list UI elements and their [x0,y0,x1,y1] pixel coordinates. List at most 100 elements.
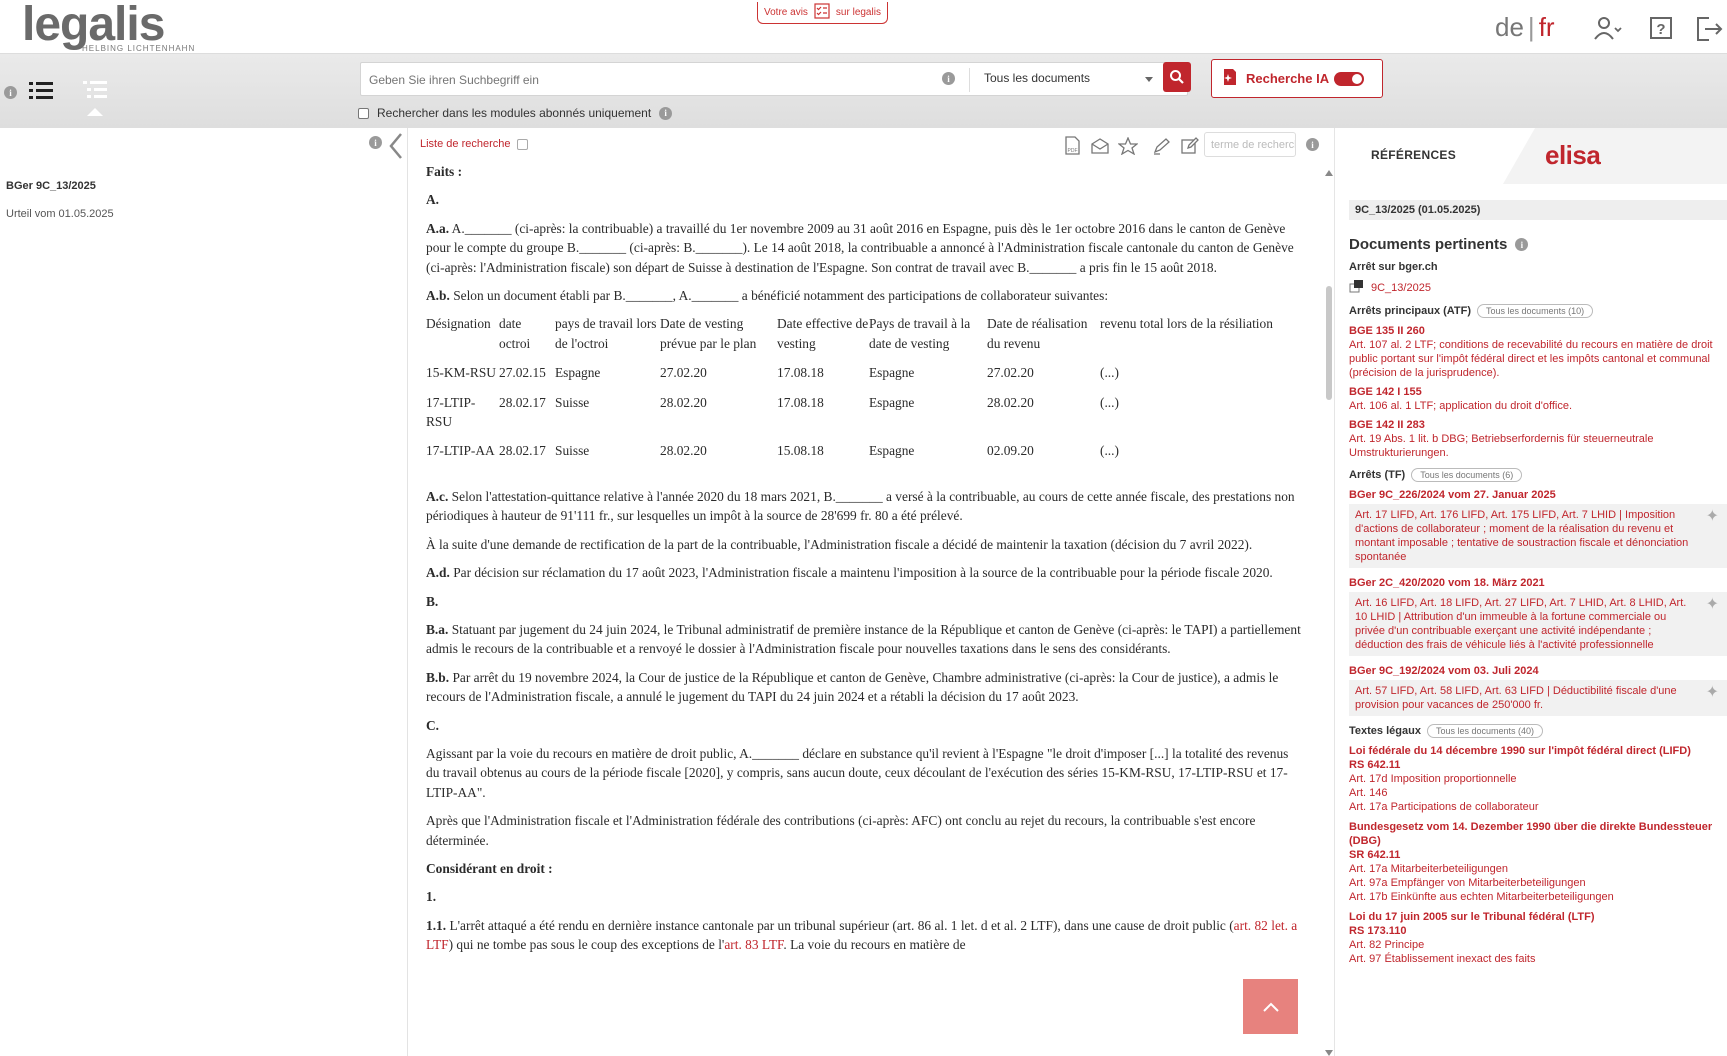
mail-icon[interactable] [1090,137,1110,155]
tf-all-docs-button[interactable]: Tous les documents (6) [1411,468,1523,482]
left-doc-title[interactable]: BGer 9C_13/2025 [6,180,96,192]
law-article[interactable]: Art. 17a Participations de collaborateur [1349,800,1727,814]
term-search-input[interactable]: terme de recherche [1204,132,1296,157]
modules-info-icon[interactable]: i [659,106,673,120]
tf-item-title[interactable]: BGer 2C_420/2020 vom 18. März 2021 [1349,576,1727,590]
tab-references[interactable]: RÉFÉRENCES [1335,128,1535,184]
law-title[interactable]: Bundesgesetz vom 14. Dezember 1990 über … [1349,820,1727,848]
view-info-icon[interactable]: i [4,86,17,99]
bger-link[interactable]: 9C_13/2025 [1349,279,1727,296]
table-header: Pays de travail à la date de vesting [869,316,971,351]
tree-view-icon[interactable] [83,80,107,116]
tf-item-title[interactable]: BGer 9C_226/2024 vom 27. Januar 2025 [1349,488,1727,502]
chevron-down-icon[interactable] [1145,77,1153,82]
law-article[interactable]: Art. 146 [1349,786,1727,800]
doc-toolbar: Liste de recherche PDF terme de recherch… [408,128,1333,162]
law-title[interactable]: Loi fédérale du 14 décembre 1990 sur l'i… [1349,744,1727,758]
tf-item-box[interactable]: Art. 17 LIFD, Art. 176 LIFD, Art. 175 LI… [1349,504,1727,568]
ai-icon [1222,68,1238,89]
sparkle-icon[interactable]: ✦ [1706,597,1719,613]
lang-de[interactable]: de [1495,12,1524,43]
table-cell: 28.02.20 [987,394,1034,410]
search-list-checkbox[interactable] [516,138,528,150]
table-header: date octroi [499,316,531,351]
atf-item-text[interactable]: Art. 106 al. 1 LTF; application du droit… [1349,399,1727,413]
user-icon[interactable] [1592,14,1622,44]
law-title[interactable]: Loi du 17 juin 2005 sur le Tribunal fédé… [1349,910,1727,924]
tab-elisa[interactable]: elisa [1545,140,1601,171]
atf-all-docs-button[interactable]: Tous les documents (10) [1477,304,1594,318]
law-article[interactable]: Art. 82 Principe [1349,938,1727,952]
star-icon[interactable] [1118,137,1138,155]
table-cell: Suisse [555,443,590,459]
search-input[interactable] [369,69,939,91]
highlight-icon[interactable] [1152,137,1172,155]
feedback-button[interactable]: Votre avis sur legalis [757,2,888,24]
table-header: Date de réalisation du revenu [987,316,1088,351]
scroll-thumb[interactable] [1326,286,1332,400]
ai-search-toggle[interactable]: Recherche IA [1211,59,1383,98]
law-article[interactable]: Art. 97 Établissement inexact des faits [1349,952,1727,966]
case-reference: 9C_13/2025 (01.05.2025) [1349,200,1727,220]
logout-icon[interactable] [1694,14,1724,44]
left-pane: i BGer 9C_13/2025 Urteil vom 01.05.2025 [0,128,408,1056]
scope-select[interactable]: Tous les documents [984,71,1090,85]
scroll-up-icon[interactable] [1325,170,1333,176]
doc-scrollbar[interactable] [1324,162,1333,1056]
pdf-icon[interactable]: PDF [1064,136,1082,156]
lois-all-docs-button[interactable]: Tous les documents (40) [1426,724,1543,738]
ai-toggle-switch[interactable] [1334,72,1364,86]
heading-faits: Faits : [426,164,463,179]
atf-item-title[interactable]: BGE 142 I 155 [1349,385,1727,399]
para-ba-text: Statuant par jugement du 24 juin 2024, l… [426,621,1301,657]
heading-b: B. [426,593,439,609]
search-info-icon[interactable]: i [942,72,955,85]
law-article[interactable]: Art. 97a Empfänger von Mitarbeiterbeteil… [1349,876,1727,890]
search-list-label: Liste de recherche [420,138,511,150]
relevant-docs-info-icon[interactable]: i [1515,238,1529,251]
table-cell: 27.02.20 [987,365,1034,381]
view-switcher: i [4,80,107,116]
para-ac: A.c. Selon l'attestation-quittance relat… [426,487,1302,526]
help-icon[interactable]: ? [1647,14,1677,44]
para-ba-num: B.a. [426,621,449,637]
table-header: pays de travail lors de l'octroi [555,316,657,351]
list-view-icon[interactable] [29,80,53,105]
collapse-left-icon[interactable] [388,132,404,165]
search-button[interactable] [1163,62,1191,92]
tf-item-box[interactable]: Art. 16 LIFD, Art. 18 LIFD, Art. 27 LIFD… [1349,592,1727,656]
table-cell: Espagne [555,365,601,381]
scroll-down-icon[interactable] [1325,1050,1333,1056]
modules-checkbox[interactable] [358,107,369,119]
tf-item-box[interactable]: Art. 57 LIFD, Art. 58 LIFD, Art. 63 LIFD… [1349,680,1727,716]
table-header: Date effective de vesting [777,316,869,351]
link-art83[interactable]: art. 83 LTF [724,937,783,952]
law-article[interactable]: Art. 17a Mitarbeiterbeteiligungen [1349,862,1727,876]
table-cell: 15.08.18 [777,443,824,459]
toolbar-info-icon[interactable]: i [1306,138,1319,151]
atf-item-text[interactable]: Art. 19 Abs. 1 lit. b DBG; Betriebserfor… [1349,432,1727,460]
legalis-logo[interactable]: legalis HELBING LICHTENHAHN [22,1,195,54]
edit-note-icon[interactable] [1180,137,1200,155]
table-cell: 17.08.18 [777,394,824,410]
back-to-top-button[interactable] [1243,979,1298,1034]
para-bb-num: B.b. [426,669,450,685]
law-article[interactable]: Art. 17d Imposition proportionnelle [1349,772,1727,786]
heading-considerant: Considérant en droit : [426,860,553,876]
atf-item-title[interactable]: BGE 142 II 283 [1349,418,1727,432]
search-list-link[interactable]: Liste de recherche [420,138,528,150]
tf-item-title[interactable]: BGer 9C_192/2024 vom 03. Juli 2024 [1349,664,1727,678]
sparkle-icon[interactable]: ✦ [1706,509,1719,525]
sparkle-icon[interactable]: ✦ [1706,685,1719,701]
heading-a: A. [426,192,440,208]
atf-item-title[interactable]: BGE 135 II 260 [1349,324,1727,338]
left-info-icon[interactable]: i [369,136,382,149]
para-ad-text: Par décision sur réclamation du 17 août … [453,565,1273,581]
lois-section: Textes légaux Tous les documents (40) [1349,724,1727,738]
atf-item-text[interactable]: Art. 107 al. 2 LTF; conditions de receva… [1349,338,1727,380]
heading-1: 1. [426,889,437,905]
law-article[interactable]: Art. 17b Einkünfte aus echten Mitarbeite… [1349,890,1727,904]
bger-section-label: Arrêt sur bger.ch [1349,261,1438,273]
left-doc-subtitle: Urteil vom 01.05.2025 [6,208,114,220]
lang-fr[interactable]: fr [1539,12,1555,43]
